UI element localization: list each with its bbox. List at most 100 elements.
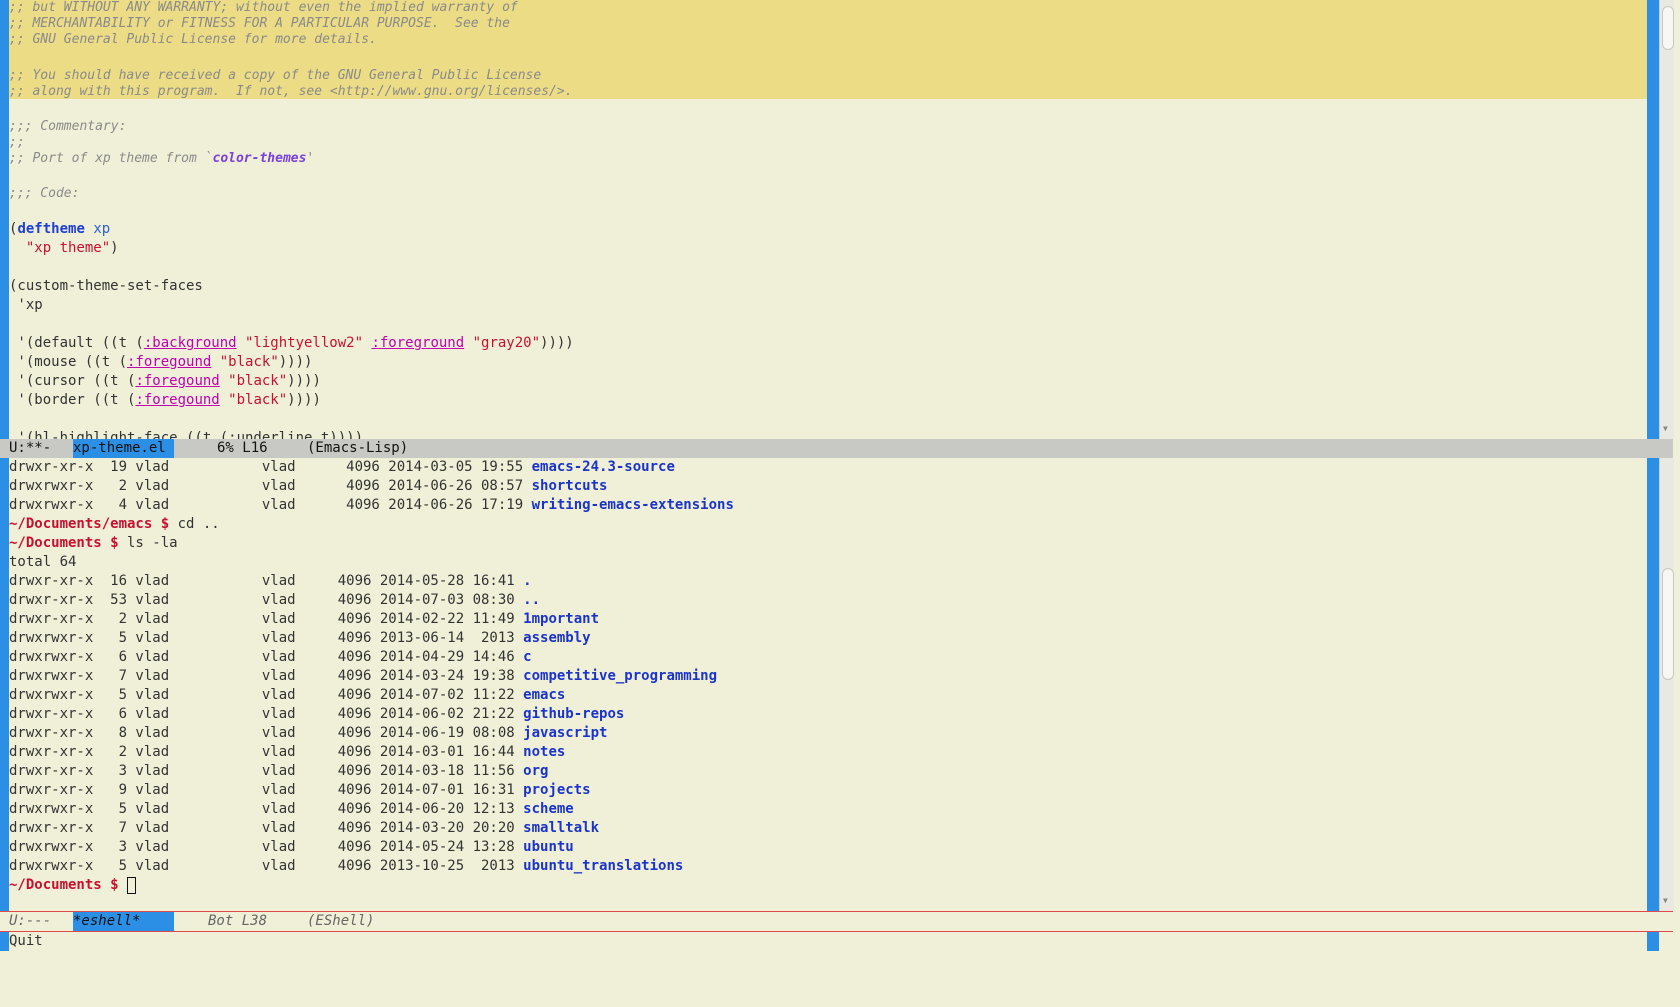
shell-command: cd .. [169, 516, 220, 532]
face-suffix: )))) [540, 335, 574, 351]
eshell-pane[interactable]: drwxr-xr-x 19 vlad vlad 4096 2014-03-05 … [9, 458, 1647, 911]
modeline-status: U:**- [9, 440, 69, 456]
faces-call-line: (custom-theme-set-faces [9, 278, 203, 294]
directory-name[interactable]: writing-emacs-extensions [532, 497, 734, 513]
directory-name[interactable]: c [523, 649, 531, 665]
list-item: drwxrwxr-x 5 vlad vlad 4096 2014-07-02 1… [9, 686, 565, 705]
face-prefix: '(cursor ((t ( [9, 373, 136, 389]
list-item: drwxrwxr-x 3 vlad vlad 4096 2014-05-24 1… [9, 838, 574, 857]
modeline-status: U:--- [9, 913, 69, 929]
directory-name[interactable]: notes [523, 744, 565, 760]
modeline-position: 6% L16 [217, 440, 268, 456]
face-prefix: '(default ((t ( [9, 335, 144, 351]
directory-name[interactable]: smalltalk [523, 820, 599, 836]
ls-total: total 64 [9, 554, 77, 570]
list-item: drwxrwxr-x 4 vlad vlad 4096 2014-06-26 1… [9, 496, 734, 515]
bottom-scrollbar[interactable]: ▼ [1659, 458, 1674, 911]
entry-meta: drwxr-xr-x 19 vlad vlad 4096 2014-03-05 … [9, 459, 532, 475]
face-default-line: '(default ((t (:background "lightyellow2… [9, 334, 574, 353]
current-prompt-line[interactable]: ~/Documents $ [9, 876, 137, 895]
entry-meta: drwxrwxr-x 4 vlad vlad 4096 2014-06-26 1… [9, 497, 532, 513]
directory-name[interactable]: github-repos [523, 706, 624, 722]
commentary-port-line: ;; Port of xp theme from `color-themes' [9, 149, 314, 168]
face-suffix: )))) [287, 373, 321, 389]
face-mouse-line: '(mouse ((t (:foregound "black")))) [9, 353, 312, 372]
entry-meta: drwxr-xr-x 53 vlad vlad 4096 2014-07-03 … [9, 592, 524, 608]
command-line-cd: ~/Documents/emacs $ cd .. [9, 515, 220, 534]
list-item: drwxr-xr-x 2 vlad vlad 4096 2014-03-01 1… [9, 743, 565, 762]
face-border-line: '(border ((t (:foregound "black")))) [9, 391, 321, 410]
list-item: drwxr-xr-x 3 vlad vlad 4096 2014-03-18 1… [9, 762, 548, 781]
list-item: drwxr-xr-x 7 vlad vlad 4096 2014-03-20 2… [9, 819, 599, 838]
directory-name[interactable]: ubuntu [523, 839, 574, 855]
bottom-modeline[interactable]: U:--- *eshell* Bot L38 (EShell) [0, 911, 1673, 932]
foregound-keyword[interactable]: :foregound [135, 392, 219, 408]
deftheme-line: (deftheme xp [9, 220, 110, 239]
modeline-buffer-name[interactable]: *eshell* [73, 912, 175, 931]
list-item: drwxr-xr-x 2 vlad vlad 4096 2014-02-22 1… [9, 610, 599, 629]
entry-meta: drwxr-xr-x 2 vlad vlad 4096 2014-03-01 1… [9, 744, 524, 760]
foreground-keyword[interactable]: :foreground [371, 335, 464, 351]
directory-name[interactable]: javascript [523, 725, 607, 741]
entry-meta: drwxr-xr-x 2 vlad vlad 4096 2014-02-22 1… [9, 611, 524, 627]
background-keyword[interactable]: :background [144, 335, 237, 351]
list-item: drwxr-xr-x 8 vlad vlad 4096 2014-06-19 0… [9, 724, 607, 743]
directory-name[interactable]: org [523, 763, 548, 779]
directory-name[interactable]: . [523, 573, 531, 589]
entry-meta: drwxrwxr-x 5 vlad vlad 4096 2013-06-14 2… [9, 630, 524, 646]
top-scrollbar[interactable]: ▼ [1659, 0, 1674, 439]
face-value: "black" [211, 354, 279, 370]
scroll-down-arrow-icon[interactable]: ▼ [1663, 897, 1671, 905]
foregound-keyword[interactable]: :foregound [127, 354, 211, 370]
faces-arg-line: 'xp [9, 297, 43, 313]
editor-pane-xp-theme[interactable]: ;; but WITHOUT ANY WARRANTY; without eve… [9, 0, 1647, 439]
face-suffix: )))) [287, 392, 321, 408]
directory-name[interactable]: 1mportant [523, 611, 599, 627]
directory-name[interactable]: projects [523, 782, 590, 798]
scroll-down-arrow-icon[interactable]: ▼ [1663, 425, 1671, 433]
face-value: "black" [219, 373, 288, 389]
top-modeline[interactable]: U:**- xp-theme.el 6% L16 (Emacs-Lisp) [0, 439, 1673, 458]
text-cursor[interactable] [127, 876, 137, 894]
shell-prompt: ~/Documents $ [9, 535, 119, 551]
partial-line: '(hl-highlight-face ((t (:underline t)))… [9, 430, 364, 439]
foregound-keyword[interactable]: :foregound [135, 373, 219, 389]
directory-name[interactable]: assembly [523, 630, 590, 646]
directory-name[interactable]: ubuntu_translations [523, 858, 683, 874]
entry-meta: drwxrwxr-x 7 vlad vlad 4096 2014-03-24 1… [9, 668, 524, 684]
command-line-ls: ~/Documents $ ls -la [9, 534, 178, 553]
code-header: ;;; Code: [9, 186, 80, 201]
directory-name[interactable]: emacs-24.3-source [532, 459, 675, 475]
entry-meta: drwxr-xr-x 8 vlad vlad 4096 2014-06-19 0… [9, 725, 524, 741]
directory-name[interactable]: .. [523, 592, 540, 608]
entry-meta: drwxr-xr-x 7 vlad vlad 4096 2014-03-20 2… [9, 820, 524, 836]
list-item: drwxrwxr-x 2 vlad vlad 4096 2014-06-26 0… [9, 477, 607, 496]
directory-name[interactable]: scheme [523, 801, 574, 817]
modeline-buffer-name[interactable]: xp-theme.el [73, 439, 175, 458]
directory-name[interactable]: emacs [523, 687, 565, 703]
entry-meta: drwxrwxr-x 5 vlad vlad 4096 2014-06-20 1… [9, 801, 524, 817]
port-prefix: ;; Port of xp theme from ` [9, 151, 213, 166]
list-item: drwxrwxr-x 5 vlad vlad 4096 2013-10-25 2… [9, 857, 683, 876]
modeline-major-mode[interactable]: (EShell) [307, 912, 374, 931]
modeline-major-mode[interactable]: (Emacs-Lisp) [307, 439, 408, 458]
echo-area-message: Quit [9, 933, 43, 949]
deftheme-keyword: deftheme [17, 221, 85, 237]
directory-name[interactable]: competitive_programming [523, 668, 717, 684]
bottom-scrollbar-thumb[interactable] [1662, 568, 1674, 680]
directory-name[interactable]: shortcuts [532, 478, 608, 494]
face-prefix: '(mouse ((t ( [9, 354, 128, 370]
entry-meta: drwxr-xr-x 3 vlad vlad 4096 2014-03-18 1… [9, 763, 524, 779]
top-scrollbar-thumb[interactable] [1662, 6, 1674, 50]
list-item: drwxr-xr-x 19 vlad vlad 4096 2014-03-05 … [9, 458, 675, 477]
face-value: "gray20" [464, 335, 541, 351]
face-value: "lightyellow2" [236, 335, 372, 351]
face-prefix: '(border ((t ( [9, 392, 136, 408]
list-item: drwxr-xr-x 9 vlad vlad 4096 2014-07-01 1… [9, 781, 591, 800]
entry-meta: drwxr-xr-x 16 vlad vlad 4096 2014-05-28 … [9, 573, 524, 589]
list-item: drwxrwxr-x 7 vlad vlad 4096 2014-03-24 1… [9, 667, 717, 686]
color-themes-link[interactable]: color-themes [213, 151, 307, 166]
entry-meta: drwxrwxr-x 2 vlad vlad 4096 2014-06-26 0… [9, 478, 532, 494]
modeline-position: Bot L38 [208, 913, 268, 929]
